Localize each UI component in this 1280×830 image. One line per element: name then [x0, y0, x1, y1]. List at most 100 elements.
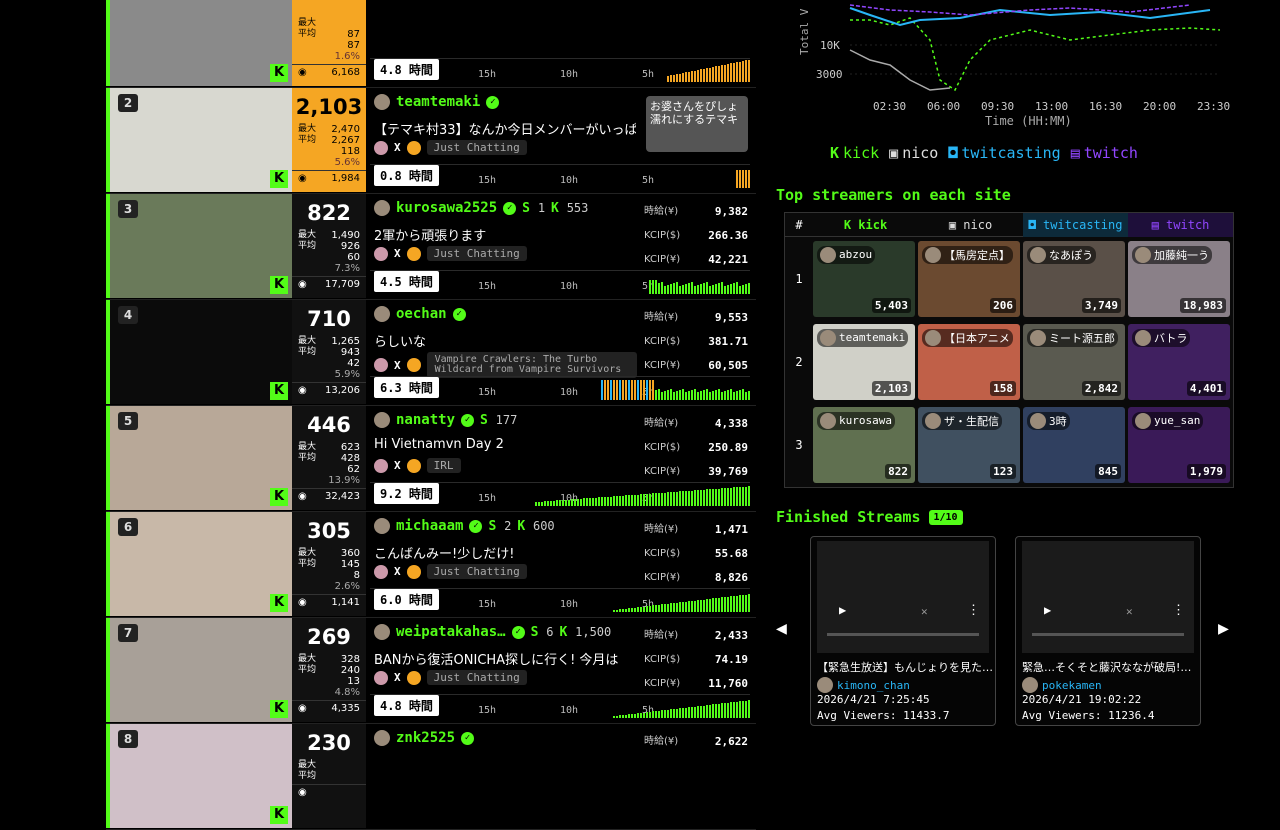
category-tag[interactable]: Just Chatting: [426, 246, 527, 261]
legend-twitch[interactable]: ▤ twitch: [1071, 144, 1138, 162]
avatar[interactable]: [374, 730, 390, 746]
stream-title[interactable]: 【テマキ村33】なんか今日メンバーがいっぱい: [374, 119, 636, 138]
avg-label: 平均: [298, 453, 317, 463]
top-streamer-cell[interactable]: バトラ 4,401: [1128, 323, 1230, 400]
spark-bar: [748, 700, 750, 718]
play-icon[interactable]: ▶: [839, 603, 846, 617]
globe-icon[interactable]: [374, 564, 388, 579]
stream-thumbnail[interactable]: 6K: [106, 512, 292, 616]
stream-thumbnail[interactable]: 7K: [106, 618, 292, 722]
legend-kick[interactable]: Kkick: [830, 144, 879, 162]
next-arrow-icon[interactable]: ▶: [1218, 618, 1229, 639]
top-streamer-cell[interactable]: teamtemaki 2,103: [813, 323, 915, 400]
x-icon[interactable]: X: [394, 141, 401, 154]
top-streamer-cell[interactable]: 【日本アニメ 158: [918, 323, 1020, 400]
stream-row[interactable]: K 最大 平均 87 87 1.6% ◉ 6,168 4.8 時間 15h 10h 5h: [106, 0, 756, 88]
progress-bar[interactable]: [827, 633, 979, 636]
video-player[interactable]: ▶ ✕ ⋮: [1022, 541, 1194, 653]
legend-nico[interactable]: ▣ nico: [889, 144, 938, 162]
stream-title[interactable]: こんばんみー!少しだけ!: [374, 543, 636, 562]
video-player[interactable]: ▶ ✕ ⋮: [817, 541, 989, 653]
spark-bar: [739, 61, 741, 82]
finished-user[interactable]: kimono_chan: [817, 677, 910, 693]
stream-row[interactable]: 2 K 2,103 最大 2,470 平均 2,267 118 5.6% ◉ 1,984 teamte…: [106, 88, 756, 194]
xtick-5: 16:30: [1089, 100, 1122, 113]
top-streamer-viewers: 3,749: [1081, 297, 1121, 313]
top-streamer-cell[interactable]: なあぽう 3,749: [1023, 240, 1125, 317]
category-tag[interactable]: IRL: [426, 458, 461, 473]
streamer-name[interactable]: kurosawa2525: [396, 200, 497, 216]
top-streamer-cell[interactable]: abzou 5,403: [813, 240, 915, 317]
category-tag[interactable]: Just Chatting: [426, 140, 527, 155]
streamer-name[interactable]: nanatty: [396, 412, 455, 428]
top-streamer-cell[interactable]: 3時 845: [1023, 406, 1125, 483]
finished-avg-viewers: Avg Viewers: 11236.4: [1022, 709, 1155, 722]
stream-thumbnail[interactable]: 3K: [106, 194, 292, 298]
x-icon[interactable]: X: [394, 459, 401, 472]
globe-icon[interactable]: [374, 670, 388, 685]
stream-thumbnail[interactable]: 8K: [106, 724, 292, 828]
ytick-10k: 10K: [820, 39, 840, 52]
x-icon[interactable]: X: [394, 565, 401, 578]
mute-icon[interactable]: ✕: [1126, 605, 1133, 618]
finished-stream-card[interactable]: ▶ ✕ ⋮ 緊急…そくそと藤沢ななが破局!… pokekamen 2026/4/21 19…: [1015, 536, 1201, 726]
avatar[interactable]: [374, 94, 390, 110]
streamer-name[interactable]: michaaam: [396, 518, 463, 534]
stream-row[interactable]: 5 K 446 最大 623 平均 428 62 13.9% ◉ 32,423 nanatty ✓ S 1…: [106, 406, 756, 512]
globe-icon[interactable]: [374, 358, 388, 372]
top-streamer-cell[interactable]: kurosawa 822: [813, 406, 915, 483]
avatar[interactable]: [374, 624, 390, 640]
top-streamer-cell[interactable]: yue_san 1,979: [1128, 406, 1230, 483]
play-icon[interactable]: ▶: [1044, 603, 1051, 617]
stream-thumbnail[interactable]: 2K: [106, 88, 292, 192]
stream-title[interactable]: らしいな: [374, 331, 636, 350]
streamer-name[interactable]: weipatakahas…: [396, 624, 506, 640]
globe-icon[interactable]: [374, 458, 388, 473]
clip-thumbnail[interactable]: お婆さんをぴしょ濡れにするテマキ: [646, 96, 748, 152]
x-icon[interactable]: X: [394, 671, 401, 684]
prev-arrow-icon[interactable]: ◀: [776, 618, 787, 639]
category-tag[interactable]: Just Chatting: [426, 564, 527, 579]
stream-thumbnail[interactable]: 4K: [106, 300, 292, 404]
top-rank: 1: [795, 271, 803, 286]
category-tag[interactable]: Just Chatting: [426, 670, 527, 685]
streamer-name[interactable]: znk2525: [396, 730, 455, 746]
stream-title[interactable]: 2軍から頑張ります: [374, 225, 636, 244]
top-streamer-cell[interactable]: ザ・生配信 123: [918, 406, 1020, 483]
stream-thumbnail[interactable]: K: [106, 0, 292, 86]
stream-thumbnail[interactable]: 5K: [106, 406, 292, 510]
mute-icon[interactable]: ✕: [921, 605, 928, 618]
stream-title[interactable]: BANから復活ONICHA探しに行く! 今月は: [374, 649, 636, 668]
more-icon[interactable]: ⋮: [1172, 603, 1185, 618]
top-streamer-cell[interactable]: 【馬房定点】 206: [918, 240, 1020, 317]
stream-row[interactable]: 7 K 269 最大 328 平均 240 13 4.8% ◉ 4,335 weipatakahas……: [106, 618, 756, 724]
x-icon[interactable]: X: [394, 359, 401, 372]
progress-bar[interactable]: [1032, 633, 1184, 636]
avatar[interactable]: [374, 412, 390, 428]
stream-row[interactable]: 6 K 305 最大 360 平均 145 8 2.6% ◉ 1,141 michaaam ✓ S 2K …: [106, 512, 756, 618]
streamer-name[interactable]: oechan: [396, 306, 447, 322]
avatar[interactable]: [374, 200, 390, 216]
stream-title[interactable]: Hi Vietnamvn Day 2: [374, 437, 636, 452]
finished-user[interactable]: pokekamen: [1022, 677, 1102, 693]
earnings-row: 時給(¥) 2,433: [644, 624, 748, 648]
legend-twitcasting[interactable]: ◘ twitcasting: [948, 144, 1060, 162]
spark-bar: [637, 607, 639, 612]
top-streamer-cell[interactable]: 加藤純一う 18,983: [1128, 240, 1230, 317]
streamer-name[interactable]: teamtemaki: [396, 94, 480, 110]
stream-row[interactable]: 4 K 710 最大 1,265 平均 943 42 5.9% ◉ 13,206 oechan ✓ らしい…: [106, 300, 756, 406]
top-streamer-cell[interactable]: ミート源五郎 2,842: [1023, 323, 1125, 400]
more-icon[interactable]: ⋮: [967, 603, 980, 618]
stream-list: K 最大 平均 87 87 1.6% ◉ 6,168 4.8 時間 15h 10h 5h 2 K 2,103…: [106, 0, 756, 830]
category-tag[interactable]: Vampire Crawlers: The Turbo Wildcard fro…: [426, 352, 637, 378]
top-streamer-label: ミート源五郎: [1027, 328, 1118, 347]
stream-row[interactable]: 3 K 822 最大 1,490 平均 926 60 7.3% ◉ 17,709 kurosawa25…: [106, 194, 756, 300]
avatar[interactable]: [374, 306, 390, 322]
avatar[interactable]: [374, 518, 390, 534]
globe-icon[interactable]: [374, 246, 388, 261]
stream-row[interactable]: 8 K 230 最大 平均 ◉ znk2525 ✓ 時給(¥) 2,622: [106, 724, 756, 830]
globe-icon[interactable]: [374, 140, 388, 155]
finished-stream-card[interactable]: ▶ ✕ ⋮ 【緊急生放送】もんじょりを見た… kimono_chan 2026/4/21 …: [810, 536, 996, 726]
x-icon[interactable]: X: [394, 247, 401, 260]
duration-badge: 0.8 時間: [374, 165, 439, 186]
